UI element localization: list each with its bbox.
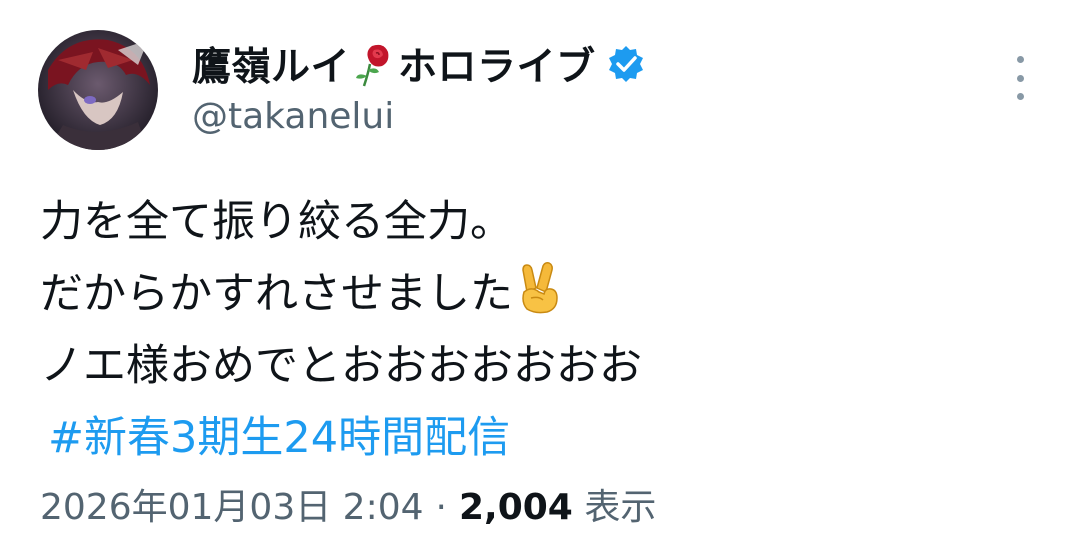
tweet-card: 鷹嶺ルイ ホロライブ @takanelui 力を全て振り絞る全力。 だからかすれ… [0, 0, 1080, 546]
timestamp[interactable]: 2026年01月03日 2:04 [40, 487, 424, 528]
tweet-text-line: だからかすれさせました [40, 269, 513, 319]
meta-separator: · [435, 487, 447, 528]
tweet-meta: 2026年01月03日 2:04 · 2,004 表示 [40, 478, 656, 530]
author-name-row[interactable]: 鷹嶺ルイ ホロライブ [192, 38, 646, 90]
avatar[interactable] [38, 30, 158, 150]
tweet-text-line: ノエ様おめでとおおおおおおお [40, 341, 642, 391]
display-name-suffix[interactable]: ホロライブ [398, 36, 596, 92]
tweet-text-line-with-emoji: だからかすれさせました [40, 258, 642, 330]
rose-icon [352, 40, 396, 88]
more-vertical-icon [1016, 56, 1024, 63]
more-options-button[interactable] [1006, 56, 1034, 100]
hashtag-link[interactable]: #新春3期生24時間配信 [48, 402, 642, 474]
tweet-text: 力を全て振り絞る全力。 だからかすれさせました ノエ様おめでとおおおおおおお #… [40, 186, 642, 474]
victory-hand-emoji [515, 262, 563, 314]
author-handle[interactable]: @takanelui [192, 96, 394, 137]
views-label: 表示 [584, 487, 657, 528]
views-count[interactable]: 2,004 [459, 487, 573, 528]
avatar-image [38, 30, 158, 150]
verified-badge-icon[interactable] [606, 44, 646, 84]
display-name[interactable]: 鷹嶺ルイ [192, 36, 350, 92]
tweet-text-line: 力を全て振り絞る全力。 [40, 197, 513, 247]
